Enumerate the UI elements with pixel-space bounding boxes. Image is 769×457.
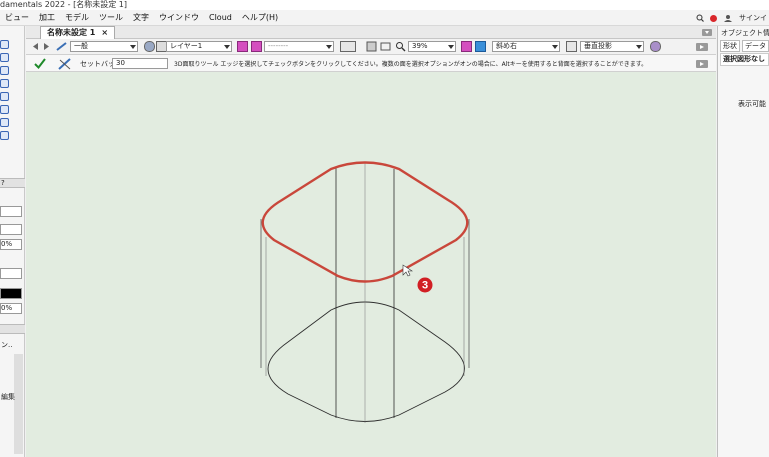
object-info-palette: オブジェクト情報 形状 データ 選択図形なし 表示可能: [717, 26, 769, 457]
pen-opacity[interactable]: 0%: [0, 303, 22, 314]
toolbar-more-icon[interactable]: [696, 43, 708, 51]
tab-menu-icon[interactable]: [702, 29, 712, 36]
render-mode-icon[interactable]: [461, 41, 472, 52]
tool-icon[interactable]: [0, 40, 9, 49]
menu-window[interactable]: ウインドウ: [154, 12, 204, 23]
fill-swatch[interactable]: [0, 224, 22, 235]
tool-mode-bar: セットバック: 30 3D面取りツール エッジを選択してチェックボタンをクリック…: [26, 55, 716, 72]
zoom-select[interactable]: 39%: [408, 41, 456, 52]
class-select[interactable]: 一般: [70, 41, 138, 52]
tool-icon[interactable]: [0, 66, 9, 75]
tab-shape[interactable]: 形状: [720, 40, 740, 52]
setback-input[interactable]: 30: [112, 58, 168, 69]
class-visibility-icon[interactable]: [56, 41, 67, 52]
tool-icon[interactable]: [0, 79, 9, 88]
selection-status: 選択図形なし: [720, 53, 769, 66]
zoom-icon[interactable]: [395, 41, 406, 52]
sign-in-link[interactable]: サインイ: [739, 13, 767, 23]
tool-palette: ? 0% 0% ン.. 編集: [0, 26, 25, 457]
palette-edit-label: 編集: [1, 393, 15, 401]
lighting-icon[interactable]: [650, 41, 661, 52]
help-label[interactable]: ?: [1, 179, 5, 187]
step-number: 3: [422, 280, 428, 292]
tool-icon[interactable]: [0, 118, 9, 127]
check-icon[interactable]: [34, 58, 46, 69]
menu-view[interactable]: ビュー: [0, 12, 34, 23]
menu-tools[interactable]: ツール: [94, 12, 128, 23]
menu-text[interactable]: 文字: [128, 12, 154, 23]
drawing-canvas[interactable]: 3: [26, 72, 716, 457]
projection-icon[interactable]: [566, 41, 577, 52]
chamfer-tool-icon[interactable]: [58, 57, 72, 70]
bottom-edge: [267, 301, 465, 422]
attributes-palette-header: ?: [0, 178, 25, 188]
menu-model[interactable]: モデル: [60, 12, 94, 23]
layer-options-icon[interactable]: [237, 41, 248, 52]
forward-arrow-icon[interactable]: [42, 41, 52, 52]
navigation-palette-header: [0, 324, 25, 334]
model-view[interactable]: 3: [26, 72, 716, 457]
fill-dropdown[interactable]: [0, 206, 22, 217]
fill-opacity[interactable]: 0%: [0, 239, 22, 250]
view-tool-icon[interactable]: [366, 41, 377, 52]
tool-icon[interactable]: [0, 53, 9, 62]
window-title-bar: damentals 2022 - [名称未設定 1]: [0, 0, 769, 10]
sheet-layer-select[interactable]: --------: [264, 41, 334, 52]
close-icon[interactable]: ×: [101, 27, 108, 39]
fit-to-window-icon[interactable]: [380, 41, 391, 52]
menu-modify[interactable]: 加工: [34, 12, 60, 23]
tool-help-text: 3D面取りツール エッジを選択してチェックボタンをクリックしてください。複数の面…: [174, 61, 648, 68]
search-icon[interactable]: [696, 14, 704, 22]
back-arrow-icon[interactable]: [30, 41, 40, 52]
object-info-title: オブジェクト情報: [721, 29, 769, 37]
standard-view-select[interactable]: 斜め右: [492, 41, 560, 52]
menu-cloud[interactable]: Cloud: [204, 13, 237, 22]
projection-select[interactable]: 垂直投影: [580, 41, 644, 52]
tool-icon[interactable]: [0, 131, 9, 140]
view-orientation-icon[interactable]: [475, 41, 486, 52]
tool-icon[interactable]: [0, 105, 9, 114]
info-text: 表示可能: [738, 100, 766, 108]
palette-scrollbar[interactable]: [14, 354, 23, 454]
view-toolbar: 一般 レイヤー1 -------- 39% 斜め右 垂直投影: [26, 39, 716, 55]
pen-dropdown[interactable]: [0, 268, 22, 279]
document-tab-row: 名称未設定 1 ×: [26, 26, 716, 39]
pen-swatch[interactable]: [0, 288, 22, 299]
menu-right-group: サインイ: [696, 10, 769, 26]
tab-data[interactable]: データ: [742, 40, 769, 52]
menu-help[interactable]: ヘルプ(H): [237, 12, 283, 23]
tab-document-label: 名称未設定 1: [47, 28, 96, 37]
saved-views-icon[interactable]: [340, 41, 356, 52]
mode-bar-more-icon[interactable]: [696, 60, 708, 68]
layer-select[interactable]: レイヤー1: [166, 41, 232, 52]
palette-truncated-label: ン..: [1, 341, 13, 349]
layers-icon[interactable]: [144, 41, 155, 52]
menu-bar: ビュー 加工 モデル ツール 文字 ウインドウ Cloud ヘルプ(H) サイン…: [0, 10, 769, 26]
tool-icon[interactable]: [0, 92, 9, 101]
tab-document[interactable]: 名称未設定 1 ×: [40, 26, 116, 39]
notification-icon[interactable]: [710, 14, 717, 22]
class-options-icon[interactable]: [251, 41, 262, 52]
window-title: damentals 2022 - [名称未設定 1]: [0, 0, 127, 9]
user-icon[interactable]: [723, 14, 733, 22]
